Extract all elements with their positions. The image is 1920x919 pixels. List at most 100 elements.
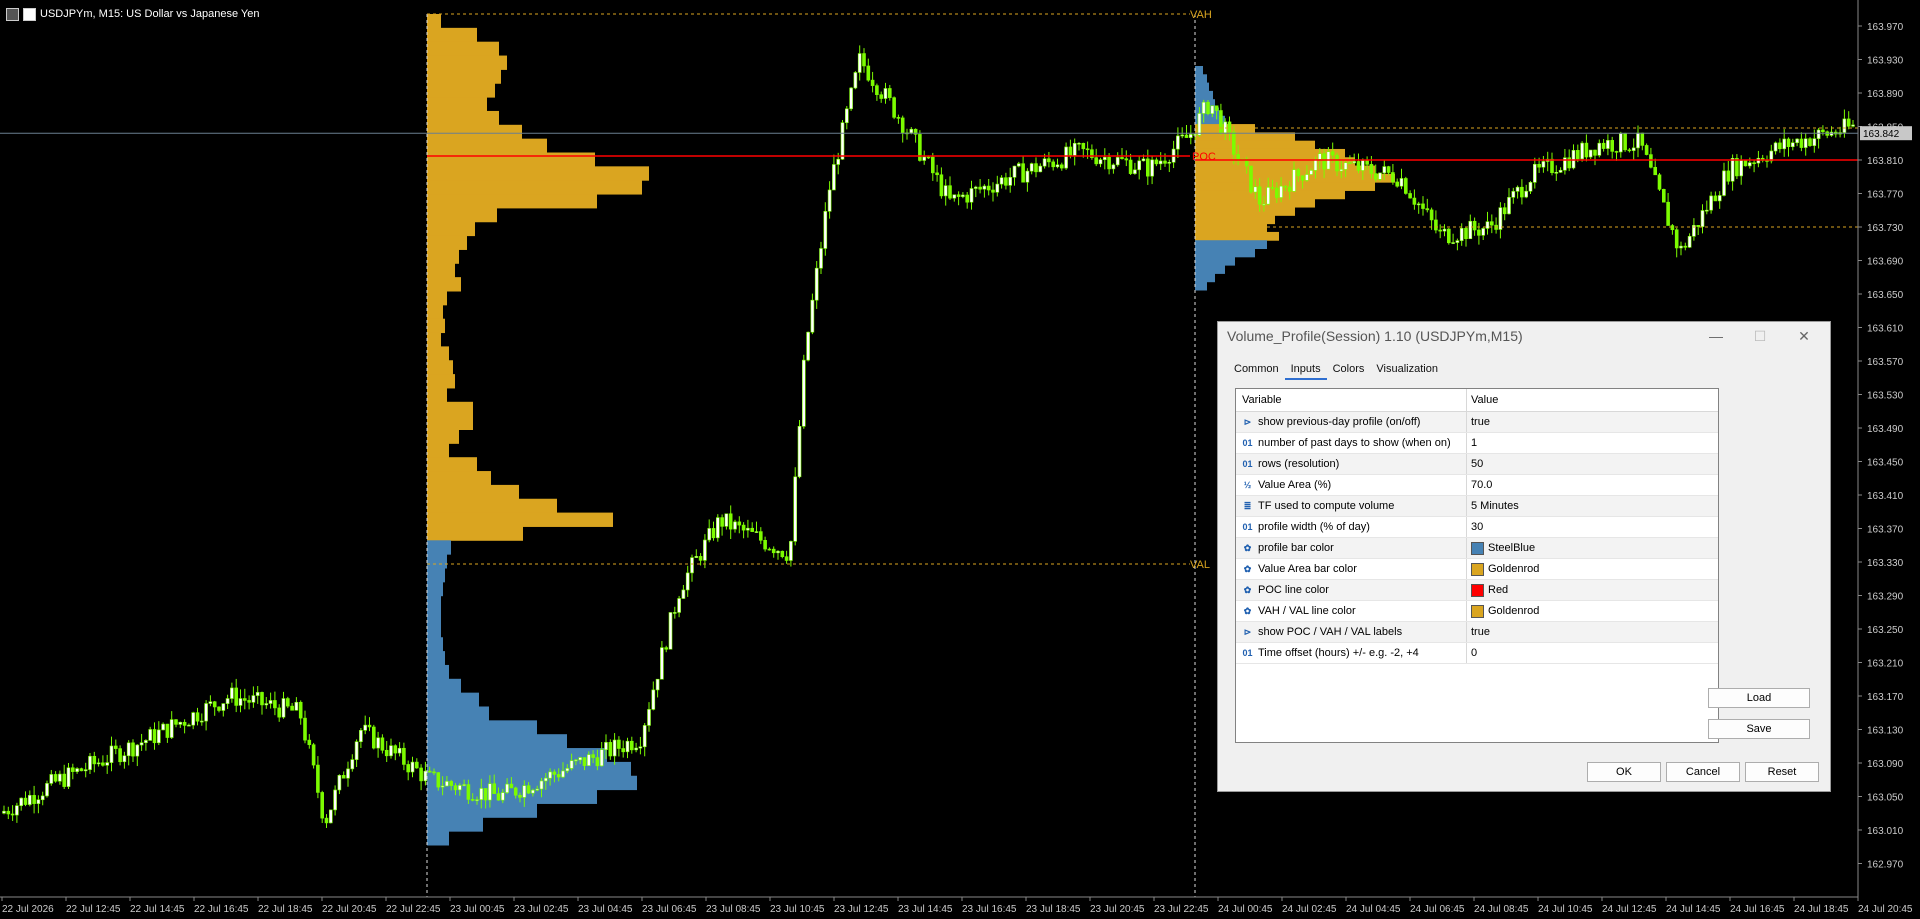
candle-body [1373,173,1378,180]
input-row[interactable]: ≣ TF used to compute volume 5 Minutes [1236,496,1718,517]
chart-type-icon[interactable] [23,7,36,21]
profile-bar-previous-day [427,69,501,84]
reset-button[interactable]: Reset [1745,762,1819,782]
candle-body [1369,164,1374,174]
profile-bar-current-day [1195,248,1255,258]
input-row[interactable]: ✿ POC line color Red [1236,580,1718,601]
candle-body [71,767,75,772]
input-value[interactable]: true [1467,622,1718,642]
candle-body [1047,158,1051,163]
candle-body [1356,161,1361,171]
candle-body [1094,157,1098,165]
input-value[interactable]: 0 [1467,643,1718,663]
candle-body [144,740,148,743]
save-button[interactable]: Save [1708,719,1810,739]
input-value[interactable]: Red [1467,580,1718,600]
candle-body [126,742,131,757]
candle-body [475,799,479,801]
column-value[interactable]: Value [1467,389,1718,411]
candle-body [1085,148,1090,151]
input-row[interactable]: ⊳ show previous-day profile (on/off) tru… [1236,412,1718,433]
candle-body [1279,185,1283,198]
candle-body [1687,235,1692,248]
candle-body [896,117,901,119]
input-value-text: 50 [1471,458,1484,470]
load-button[interactable]: Load [1708,688,1810,708]
candle-body [264,703,269,706]
double-icon: ½ [1243,480,1252,490]
tab-visualization[interactable]: Visualization [1370,360,1444,378]
candle-body [1128,159,1133,174]
candle-body [492,783,497,794]
candle-body [1313,159,1318,171]
candle-body [548,771,552,779]
tab-inputs[interactable]: Inputs [1284,360,1327,380]
candle-body [350,759,355,770]
input-row[interactable]: 01 number of past days to show (when on)… [1236,433,1718,454]
profile-bar-previous-day [427,651,445,666]
input-value[interactable]: 50 [1467,454,1718,474]
dialog-titlebar[interactable]: Volume_Profile(Session) 1.10 (USDJPYm,M1… [1218,322,1830,350]
candle-body [866,65,871,81]
time-tick-label: 22 Jul 22:45 [386,904,441,915]
chart-menu-icon[interactable] [6,7,19,21]
candle-body [1722,170,1726,196]
candle-body [191,712,195,726]
inputs-grid[interactable]: Variable Value ⊳ show previous-day profi… [1235,388,1719,743]
candle-body [169,719,174,738]
input-value[interactable]: 1 [1467,433,1718,453]
candle-body [53,774,58,782]
candle-body [182,721,187,726]
candle-body [101,762,105,766]
input-value[interactable]: 30 [1467,517,1718,537]
candle-body [217,706,221,711]
input-value[interactable]: Goldenrod [1467,601,1718,621]
candle-body [1287,186,1292,192]
input-value[interactable]: 70.0 [1467,475,1718,495]
candle-body [1227,121,1232,133]
candle-body [1253,186,1258,193]
input-value[interactable]: 5 Minutes [1467,496,1718,516]
input-value[interactable]: true [1467,412,1718,432]
profile-bar-previous-day [427,554,447,569]
ok-button[interactable]: OK [1587,762,1661,782]
input-row[interactable]: ✿ VAH / VAL line color Goldenrod [1236,601,1718,622]
input-row[interactable]: 01 rows (resolution) 50 [1236,454,1718,475]
input-row[interactable]: ✿ profile bar color SteelBlue [1236,538,1718,559]
candle-body [341,775,346,779]
tab-colors[interactable]: Colors [1327,360,1371,378]
candle-body [1773,142,1778,152]
column-variable[interactable]: Variable [1236,389,1467,411]
input-row[interactable]: ✿ Value Area bar color Goldenrod [1236,559,1718,580]
time-tick-label: 22 Jul 18:45 [258,904,313,915]
input-row[interactable]: ½ Value Area (%) 70.0 [1236,475,1718,496]
input-row[interactable]: ⊳ show POC / VAH / VAL labels true [1236,622,1718,643]
input-row[interactable]: 01 Time offset (hours) +/- e.g. -2, +4 0 [1236,643,1718,664]
candle-body [152,729,157,744]
candle-body [19,797,24,806]
candle-body [58,773,62,782]
val-label: VAL [1190,559,1210,571]
color-swatch [1471,562,1484,576]
candle-body [1339,169,1344,172]
profile-bar-previous-day [427,14,441,29]
input-variable-label: rows (resolution) [1258,458,1340,470]
candle-body [303,717,307,741]
grid-header: Variable Value [1236,389,1718,412]
candle-body [1150,159,1154,177]
close-icon[interactable]: ✕ [1782,322,1826,350]
candle-body [1614,151,1619,153]
input-value[interactable]: SteelBlue [1467,538,1718,558]
input-row[interactable]: 01 profile width (% of day) 30 [1236,517,1718,538]
candle-body [694,556,699,558]
profile-bar-current-day [1195,240,1267,250]
candle-body [582,757,587,766]
cancel-button[interactable]: Cancel [1666,762,1740,782]
tab-common[interactable]: Common [1228,360,1285,378]
candle-body [1210,105,1215,115]
candle-body [681,589,686,599]
minimize-icon[interactable]: — [1694,322,1738,350]
price-tick-label: 163.370 [1867,525,1904,536]
candle-body [668,612,673,650]
input-value[interactable]: Goldenrod [1467,559,1718,579]
